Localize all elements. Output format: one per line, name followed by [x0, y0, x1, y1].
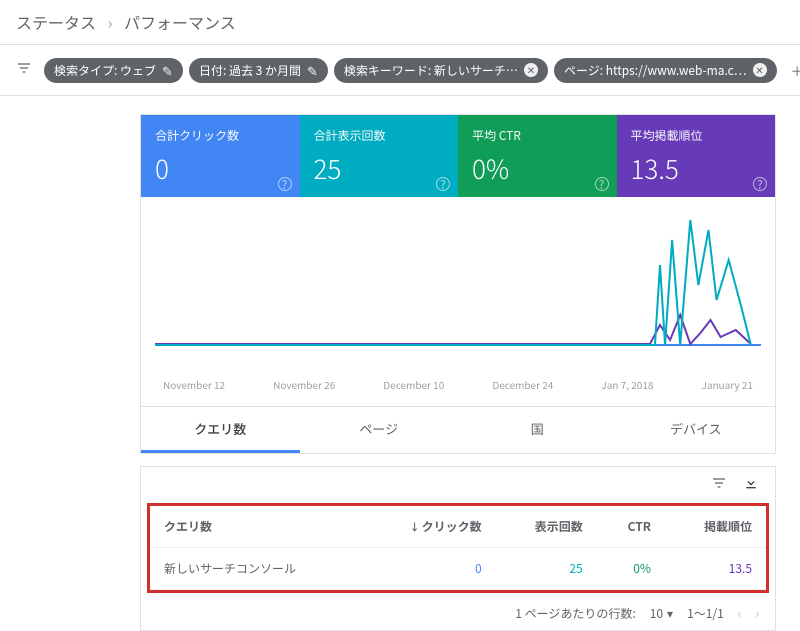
metric-clicks[interactable]: 合計クリック数 0 ? — [141, 115, 300, 197]
chip-page[interactable]: ページ: https://www.web-ma.c… ✕ — [554, 58, 777, 83]
tab-devices[interactable]: デバイス — [617, 407, 776, 453]
tab-pages[interactable]: ページ — [300, 407, 459, 453]
chip-query[interactable]: 検索キーワード: 新しいサーチ… ✕ — [334, 58, 548, 83]
cell-position: 13.5 — [665, 548, 766, 590]
metric-label: 合計クリック数 — [155, 127, 286, 144]
rows-per-page-select[interactable]: 10 ▾ — [650, 605, 673, 622]
col-position[interactable]: 掲載順位 — [665, 506, 766, 548]
pagination: 1 ページあたりの行数: 10 ▾ 1～1/1 ‹ › — [141, 597, 775, 630]
filter-icon[interactable] — [10, 60, 38, 80]
metric-value: 0 — [155, 150, 286, 187]
col-query[interactable]: クエリ数 — [150, 506, 363, 548]
chip-label: ページ: https://www.web-ma.c… — [564, 62, 747, 79]
next-page-button[interactable]: › — [755, 605, 759, 622]
close-icon[interactable]: ✕ — [524, 63, 538, 77]
tab-queries[interactable]: クエリ数 — [141, 407, 300, 453]
chip-label: 検索キーワード: 新しいサーチ… — [344, 62, 518, 79]
axis-label: December 24 — [492, 377, 553, 392]
help-icon[interactable]: ? — [753, 177, 767, 191]
cell-clicks: 0 — [363, 548, 496, 590]
axis-label: November 12 — [163, 377, 225, 392]
chip-date[interactable]: 日付: 過去 3 か月間 ✎ — [189, 58, 328, 83]
axis-label: Jan 7, 2018 — [601, 377, 653, 392]
plus-icon: ＋ — [791, 61, 800, 80]
metric-value: 0% — [472, 150, 603, 187]
breadcrumb: ステータス › パフォーマンス — [0, 0, 800, 44]
breadcrumb-current: パフォーマンス — [124, 10, 236, 34]
chevron-right-icon: › — [108, 10, 113, 34]
axis-label: December 10 — [383, 377, 444, 392]
col-clicks[interactable]: ↓クリック数 — [363, 506, 496, 548]
metric-label: 合計表示回数 — [314, 127, 445, 144]
chevron-down-icon: ▾ — [667, 605, 673, 622]
chip-label: 検索タイプ: ウェブ — [54, 62, 156, 79]
metric-impressions[interactable]: 合計表示回数 25 ? — [300, 115, 459, 197]
help-icon[interactable]: ? — [595, 177, 609, 191]
line-chart — [155, 205, 761, 375]
help-icon[interactable]: ? — [278, 177, 292, 191]
table-tabs: クエリ数 ページ 国 デバイス — [141, 406, 775, 453]
arrow-down-icon: ↓ — [410, 519, 420, 534]
cell-query: 新しいサーチコンソール — [150, 548, 363, 590]
metric-label: 平均 CTR — [472, 127, 603, 144]
table-row[interactable]: 新しいサーチコンソール 0 25 0% 13.5 — [150, 548, 766, 590]
axis-label: November 26 — [273, 377, 335, 392]
cell-impressions: 25 — [496, 548, 597, 590]
help-icon[interactable]: ? — [436, 177, 450, 191]
table-header-row: クエリ数 ↓クリック数 表示回数 CTR 掲載順位 — [150, 506, 766, 548]
performance-card: 合計クリック数 0 ? 合計表示回数 25 ? 平均 CTR 0% ? 平均掲載… — [140, 114, 776, 454]
metric-value: 25 — [314, 150, 445, 187]
results-table-card: クエリ数 ↓クリック数 表示回数 CTR 掲載順位 新しいサーチコンソール 0 … — [140, 466, 776, 631]
filter-icon[interactable] — [711, 475, 727, 495]
pencil-icon: ✎ — [162, 64, 173, 77]
metric-value: 13.5 — [631, 150, 762, 187]
close-icon[interactable]: ✕ — [753, 63, 767, 77]
filter-bar: 検索タイプ: ウェブ ✎ 日付: 過去 3 か月間 ✎ 検索キーワード: 新しい… — [0, 44, 800, 96]
col-ctr[interactable]: CTR — [597, 506, 665, 548]
rows-per-page-label: 1 ページあたりの行数: — [515, 605, 635, 622]
add-filter-button[interactable]: ＋ 新規 — [783, 51, 800, 89]
page-range: 1～1/1 — [687, 605, 724, 622]
cell-ctr: 0% — [597, 548, 665, 590]
metric-position[interactable]: 平均掲載順位 13.5 ? — [617, 115, 776, 197]
col-impressions[interactable]: 表示回数 — [496, 506, 597, 548]
chip-label: 日付: 過去 3 か月間 — [199, 62, 301, 79]
metric-label: 平均掲載順位 — [631, 127, 762, 144]
tab-countries[interactable]: 国 — [458, 407, 617, 453]
pencil-icon: ✎ — [307, 64, 318, 77]
breadcrumb-parent[interactable]: ステータス — [16, 10, 96, 34]
highlighted-table: クエリ数 ↓クリック数 表示回数 CTR 掲載順位 新しいサーチコンソール 0 … — [147, 503, 769, 593]
download-icon[interactable] — [743, 475, 759, 495]
chip-search-type[interactable]: 検索タイプ: ウェブ ✎ — [44, 58, 183, 83]
chart-area: November 12 November 26 December 10 Dece… — [141, 197, 775, 406]
prev-page-button[interactable]: ‹ — [738, 605, 742, 622]
metric-ctr[interactable]: 平均 CTR 0% ? — [458, 115, 617, 197]
axis-label: January 21 — [701, 377, 752, 392]
